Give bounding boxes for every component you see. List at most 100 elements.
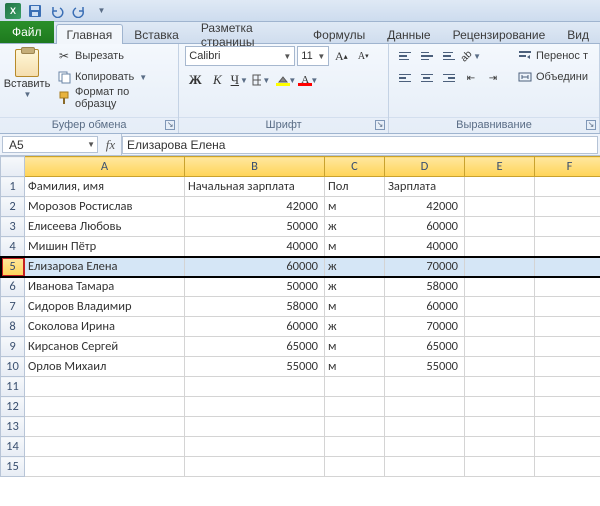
italic-button[interactable]: К	[207, 70, 227, 90]
font-color-button[interactable]: A ▼	[295, 70, 315, 90]
cell[interactable]	[385, 417, 465, 437]
cell[interactable]	[385, 397, 465, 417]
cell[interactable]: 70000	[385, 317, 465, 337]
cell[interactable]	[535, 317, 600, 337]
cell[interactable]	[465, 217, 535, 237]
cell[interactable]	[25, 397, 185, 417]
align-center-button[interactable]	[417, 68, 437, 88]
cell[interactable]: ж	[325, 277, 385, 297]
row-header[interactable]: 9	[1, 337, 25, 357]
tab-данные[interactable]: Данные	[376, 24, 441, 44]
cell[interactable]	[465, 317, 535, 337]
select-all-corner[interactable]	[1, 157, 25, 177]
cell[interactable]	[25, 377, 185, 397]
cell[interactable]: м	[325, 297, 385, 317]
cell[interactable]: Кирсанов Сергей	[25, 337, 185, 357]
cut-button[interactable]: ✂ Вырезать	[52, 46, 172, 66]
name-box[interactable]: A5 ▼	[2, 136, 98, 153]
column-header[interactable]: D	[385, 157, 465, 177]
cell[interactable]	[535, 277, 600, 297]
cell[interactable]	[465, 377, 535, 397]
merge-center-button[interactable]: Объедини	[513, 67, 593, 87]
row-header[interactable]: 3	[1, 217, 25, 237]
cell[interactable]	[385, 437, 465, 457]
cell[interactable]: м	[325, 237, 385, 257]
cell[interactable]	[535, 357, 600, 377]
cell[interactable]	[465, 297, 535, 317]
formula-input[interactable]: Елизарова Елена	[122, 136, 598, 154]
align-bottom-button[interactable]	[439, 46, 459, 66]
cell[interactable]	[325, 417, 385, 437]
worksheet-grid[interactable]: ABCDEF 1Фамилия, имяНачальная зарплатаПо…	[0, 156, 600, 477]
dialog-launcher-icon[interactable]: ↘	[375, 120, 385, 130]
cell[interactable]	[325, 437, 385, 457]
cell[interactable]: Пол	[325, 177, 385, 197]
cell[interactable]	[465, 337, 535, 357]
cell[interactable]	[325, 457, 385, 477]
cell[interactable]: Сидоров Владимир	[25, 297, 185, 317]
cell[interactable]	[465, 197, 535, 217]
cell[interactable]	[535, 437, 600, 457]
cell[interactable]: ж	[325, 317, 385, 337]
column-header[interactable]: A	[25, 157, 185, 177]
cell[interactable]	[465, 437, 535, 457]
cell[interactable]: 42000	[185, 197, 325, 217]
align-top-button[interactable]	[395, 46, 415, 66]
excel-icon[interactable]: X	[4, 2, 22, 20]
cell[interactable]: 58000	[185, 297, 325, 317]
underline-button[interactable]: Ч▼	[229, 70, 249, 90]
cell[interactable]: 40000	[385, 237, 465, 257]
tab-вид[interactable]: Вид	[556, 24, 600, 44]
row-header[interactable]: 11	[1, 377, 25, 397]
increase-indent-button[interactable]: ⇥	[483, 68, 503, 88]
redo-icon[interactable]	[70, 2, 88, 20]
cell[interactable]: 58000	[385, 277, 465, 297]
cell[interactable]: 42000	[385, 197, 465, 217]
cell[interactable]: 55000	[385, 357, 465, 377]
cell[interactable]	[465, 417, 535, 437]
file-tab[interactable]: Файл	[0, 21, 54, 43]
paste-button[interactable]: Вставить ▼	[6, 46, 48, 117]
cell[interactable]: 60000	[185, 257, 325, 277]
cell[interactable]	[465, 237, 535, 257]
wrap-text-button[interactable]: Перенос т	[513, 46, 593, 66]
row-header[interactable]: 13	[1, 417, 25, 437]
cell[interactable]: м	[325, 357, 385, 377]
cell[interactable]	[185, 437, 325, 457]
row-header[interactable]: 6	[1, 277, 25, 297]
cell[interactable]	[535, 417, 600, 437]
grow-font-button[interactable]: A▴	[331, 46, 351, 66]
cell[interactable]	[185, 397, 325, 417]
cell[interactable]	[185, 377, 325, 397]
row-header[interactable]: 5	[1, 257, 25, 277]
cell[interactable]	[465, 177, 535, 197]
cell[interactable]: 40000	[185, 237, 325, 257]
cell[interactable]	[535, 217, 600, 237]
cell[interactable]	[465, 357, 535, 377]
font-size-combo[interactable]: 11 ▼	[297, 46, 329, 66]
row-header[interactable]: 2	[1, 197, 25, 217]
tab-формулы[interactable]: Формулы	[302, 24, 376, 44]
row-header[interactable]: 14	[1, 437, 25, 457]
cell[interactable]	[185, 457, 325, 477]
column-header[interactable]: B	[185, 157, 325, 177]
dialog-launcher-icon[interactable]: ↘	[586, 120, 596, 130]
cell[interactable]: Мишин Пётр	[25, 237, 185, 257]
cell[interactable]: 65000	[385, 337, 465, 357]
align-middle-button[interactable]	[417, 46, 437, 66]
cell[interactable]	[25, 437, 185, 457]
cell[interactable]	[25, 417, 185, 437]
column-header[interactable]: C	[325, 157, 385, 177]
cell[interactable]	[535, 337, 600, 357]
cell[interactable]: ж	[325, 217, 385, 237]
cell[interactable]: 50000	[185, 217, 325, 237]
cell[interactable]: Орлов Михаил	[25, 357, 185, 377]
row-header[interactable]: 10	[1, 357, 25, 377]
cell[interactable]	[385, 457, 465, 477]
cell[interactable]: 60000	[185, 317, 325, 337]
undo-icon[interactable]	[48, 2, 66, 20]
cell[interactable]: 60000	[385, 297, 465, 317]
row-header[interactable]: 4	[1, 237, 25, 257]
row-header[interactable]: 12	[1, 397, 25, 417]
cell[interactable]	[465, 257, 535, 277]
